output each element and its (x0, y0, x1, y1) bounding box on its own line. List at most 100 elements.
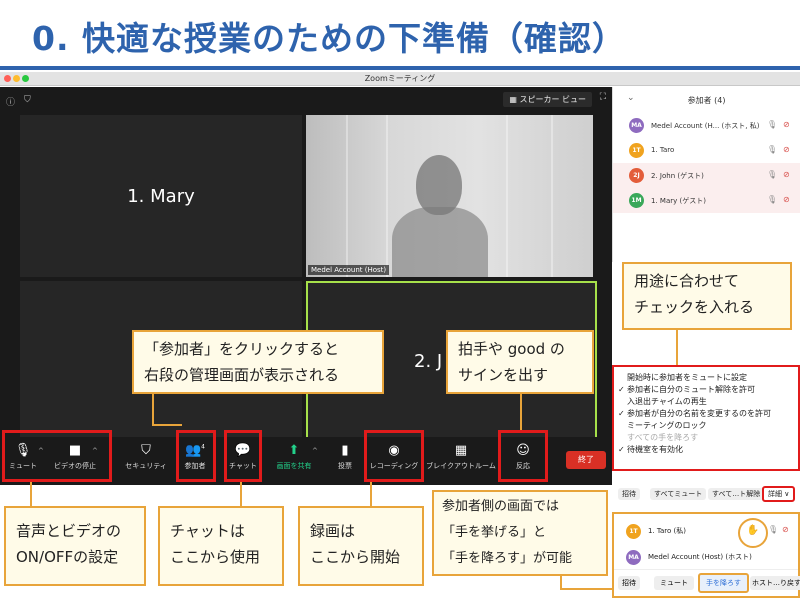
tile-name-mary: 1. Mary (127, 185, 195, 207)
avatar: 1T (626, 524, 641, 539)
callout-line: 「手を降ろす」が可能 (442, 551, 573, 566)
fullscreen-icon[interactable]: ⛶ (600, 92, 606, 102)
callout-line: 参加者側の画面では (442, 499, 560, 514)
check-icon: ✓ (618, 385, 625, 394)
poll-label: 投票 (338, 462, 352, 470)
callout-connector (152, 424, 182, 426)
video-off-icon[interactable]: ⊘ (783, 120, 790, 129)
microphone-icon[interactable]: 🎙 (767, 195, 777, 204)
share-label: 画面を共有 (276, 462, 312, 470)
highlight-audio-video (2, 430, 112, 482)
window-titlebar: Zoomミーティング (0, 72, 800, 86)
security-label: セキュリティ (125, 462, 167, 470)
video-off-icon[interactable]: ⊘ (783, 145, 790, 154)
avatar: 1M (629, 193, 644, 208)
video-off-icon[interactable]: ⊘ (782, 525, 789, 534)
highlight-participants (176, 430, 216, 482)
callout-connector (370, 482, 372, 506)
participant-name: Medel Account (Host) (ホスト) (648, 553, 752, 561)
menu-item-chime[interactable]: 入退出チャイムの再生 (618, 396, 794, 408)
callout-line: 右段の管理画面が表示される (144, 366, 340, 384)
person-body (392, 207, 488, 277)
speaker-view-button[interactable]: ▦ スピーカー ビュー (503, 92, 592, 107)
more-button[interactable]: 詳細 ∨ (762, 486, 796, 502)
callout-connector (560, 588, 612, 590)
participant-row[interactable]: MA Medel Account (H... (ホスト, 私) 🎙 ⊘ (613, 113, 800, 138)
share-options-chevron-icon[interactable]: ^ (312, 447, 318, 455)
more-options-menu: 開始時に参加者をミュートに設定 ✓ 参加者に自分のミュート解除を許可 入退出チャイ… (612, 365, 800, 471)
participants-panel: ⌄ 参加者 (4) MA Medel Account (H... (ホスト, 私… (612, 87, 800, 262)
lower-hand-button[interactable]: 手を降ろす (698, 573, 749, 593)
title-underline (0, 66, 800, 70)
menu-item-label: ミーティングのロック (627, 421, 707, 430)
chevron-down-icon: ∨ (784, 490, 790, 498)
poll-button[interactable]: ▮ 投票 (330, 443, 360, 471)
microphone-icon[interactable]: 🎙 (767, 170, 777, 179)
divider (614, 569, 798, 570)
callout-line: 拍手や good の (458, 340, 565, 358)
invite-button[interactable]: 招待 (618, 576, 640, 590)
grid-icon: ▦ (454, 443, 468, 458)
more-label: 詳細 (768, 490, 782, 498)
microphone-icon[interactable]: 🎙 (768, 525, 778, 534)
participant-row[interactable]: 1M 1. Mary (ゲスト) 🎙 ⊘ (613, 188, 800, 213)
share-arrow-icon: ⬆ (288, 443, 300, 458)
avatar: 2J (629, 168, 644, 183)
menu-item-label: 参加者に自分のミュート解除を許可 (627, 385, 755, 394)
menu-item-label: 開始時に参加者をミュートに設定 (627, 373, 747, 382)
callout-av: 音声とビデオの ON/OFFの設定 (4, 506, 146, 586)
menu-item-mute-on-entry[interactable]: 開始時に参加者をミュートに設定 (618, 372, 794, 384)
menu-item-label: 待機室を有効化 (627, 445, 683, 454)
participant-row[interactable]: 2J 2. John (ゲスト) 🎙 ⊘ (613, 163, 800, 188)
reclaim-host-button[interactable]: ホスト…り戻す (750, 576, 800, 590)
breakout-rooms-button[interactable]: ▦ ブレイクアウトルーム (426, 443, 496, 471)
callout-line: 録画は (310, 522, 356, 540)
callout-line: ここから開始 (310, 548, 401, 566)
participants-action-bar: 招待 すべてミュート すべて…ト解除 詳細 ∨ (612, 486, 800, 502)
curtain-fold (551, 115, 553, 277)
raised-hand-icon[interactable]: ✋ (738, 518, 768, 548)
security-button[interactable]: ⛉ セキュリティ (124, 443, 168, 471)
callout-participants: 「参加者」をクリックすると 右段の管理画面が表示される (132, 330, 384, 394)
menu-item-label: 参加者が自分の名前を変更するのを許可 (627, 409, 771, 418)
shield-icon[interactable]: ⛉ (24, 95, 31, 105)
callout-applause: 拍手や good の サインを出す (446, 330, 594, 394)
callout-line: ON/OFFの設定 (16, 548, 119, 566)
share-screen-button[interactable]: ⬆ 画面を共有 (274, 443, 314, 471)
participant-name: 2. John (ゲスト) (651, 172, 704, 180)
participant-row[interactable]: 1T 1. Taro 🎙 ⊘ (613, 138, 800, 163)
callout-line: 音声とビデオの (16, 522, 122, 540)
curtain-fold (346, 115, 348, 277)
callout-connector (240, 482, 242, 506)
avatar: MA (626, 550, 641, 565)
window-title: Zoomミーティング (364, 74, 436, 83)
check-icon: ✓ (618, 409, 625, 418)
unmute-all-button[interactable]: すべて…ト解除 (708, 488, 765, 500)
menu-item-label: すべての手を降ろす (627, 433, 699, 442)
invite-button[interactable]: 招待 (618, 488, 640, 500)
mute-all-button[interactable]: すべてミュート (650, 488, 707, 500)
bar-chart-icon: ▮ (341, 443, 349, 458)
video-off-icon[interactable]: ⊘ (783, 195, 790, 204)
microphone-icon[interactable]: 🎙 (767, 120, 777, 129)
end-meeting-button[interactable]: 終了 (566, 451, 606, 469)
microphone-icon[interactable]: 🎙 (767, 145, 777, 154)
callout-connector (152, 394, 154, 426)
menu-item-lock-meeting[interactable]: ミーティングのロック (618, 420, 794, 432)
video-tile-host[interactable]: Medel Account (Host) (306, 115, 593, 277)
video-off-icon[interactable]: ⊘ (783, 170, 790, 179)
callout-line: 用途に合わせて (634, 272, 740, 290)
callout-connector (676, 330, 678, 366)
participant-name: 1. Mary (ゲスト) (651, 197, 706, 205)
mute-button[interactable]: ミュート (654, 576, 694, 590)
menu-item-allow-unmute[interactable]: ✓ 参加者に自分のミュート解除を許可 (618, 384, 794, 396)
avatar: MA (629, 118, 644, 133)
callout-line: チャットは (170, 522, 245, 540)
callout-line: 「手を挙げる」と (442, 525, 547, 540)
menu-item-allow-rename[interactable]: ✓ 参加者が自分の名前を変更するのを許可 (618, 408, 794, 420)
video-tile-mary[interactable]: 1. Mary (20, 115, 302, 277)
callout-hand: 参加者側の画面では 「手を挙げる」と 「手を降ろす」が可能 (432, 490, 608, 576)
callout-line: サインを出す (458, 366, 549, 384)
menu-item-waiting-room[interactable]: ✓ 待機室を有効化 (618, 444, 794, 456)
info-icon[interactable]: ⓘ (6, 95, 15, 108)
